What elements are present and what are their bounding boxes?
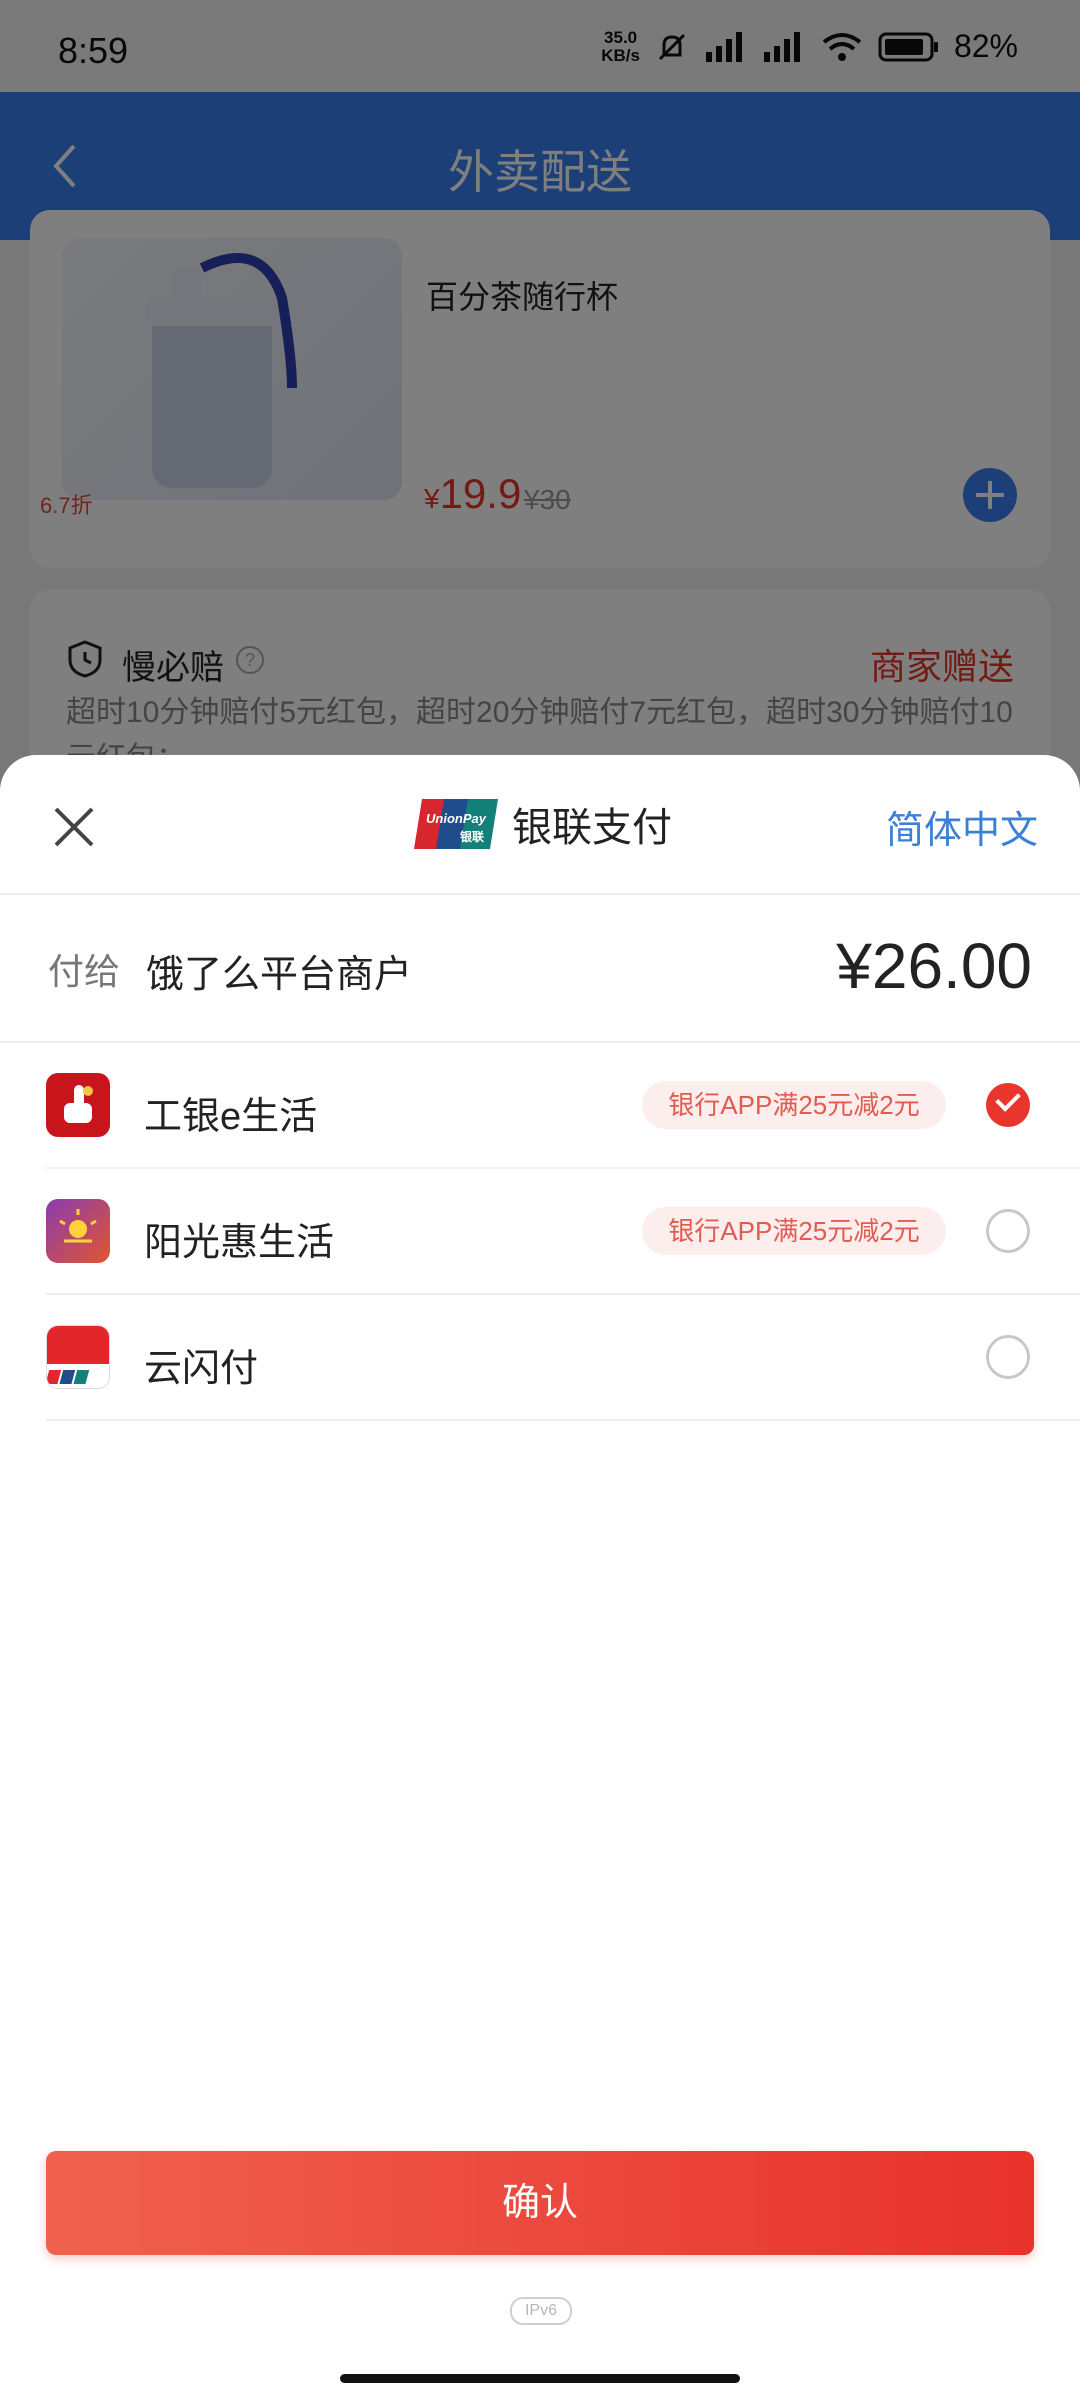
svg-text:UnionPay: UnionPay — [426, 811, 487, 826]
payment-amount: ¥26.00 — [836, 930, 1032, 1002]
ipv6-badge: IPv6 — [510, 2297, 572, 2325]
payment-sheet: UnionPay 银联 银联支付 简体中文 付给 饿了么平台商户 ¥26.00 … — [0, 755, 1080, 2400]
unionpay-logo-icon: UnionPay 银联 — [414, 799, 498, 849]
confirm-button[interactable]: 确认 — [46, 2151, 1034, 2255]
divider — [0, 893, 1080, 895]
sheet-brand: UnionPay 银联 银联支付 — [414, 795, 672, 853]
payment-method-icbc[interactable]: 工银e生活 银行APP满25元减2元 — [0, 1043, 1080, 1169]
radio-selected[interactable] — [986, 1083, 1030, 1127]
language-switch[interactable]: 简体中文 — [886, 799, 1038, 854]
pay-to-label: 付给 — [48, 951, 121, 992]
close-icon[interactable] — [50, 803, 98, 851]
sheet-title: 银联支付 — [512, 806, 672, 850]
payment-method-quickpass[interactable]: 云闪付 — [0, 1295, 1080, 1421]
radio-unselected[interactable] — [986, 1209, 1030, 1253]
radio-unselected[interactable] — [986, 1335, 1030, 1379]
promo-badge: 银行APP满25元减2元 — [642, 1207, 946, 1255]
method-label: 云闪付 — [144, 1348, 259, 1390]
svg-text:银联: 银联 — [460, 829, 484, 844]
method-label: 阳光惠生活 — [144, 1222, 335, 1264]
promo-badge: 银行APP满25元减2元 — [642, 1081, 946, 1129]
quickpass-icon — [46, 1325, 110, 1389]
payment-method-sunshine[interactable]: 阳光惠生活 银行APP满25元减2元 — [0, 1169, 1080, 1295]
row-divider — [46, 1419, 1080, 1421]
merchant-name: 饿了么平台商户 — [146, 954, 413, 996]
home-indicator[interactable] — [340, 2374, 740, 2383]
method-label: 工银e生活 — [144, 1096, 318, 1138]
icbc-elife-icon — [46, 1073, 110, 1137]
sunshine-life-icon — [46, 1199, 110, 1263]
